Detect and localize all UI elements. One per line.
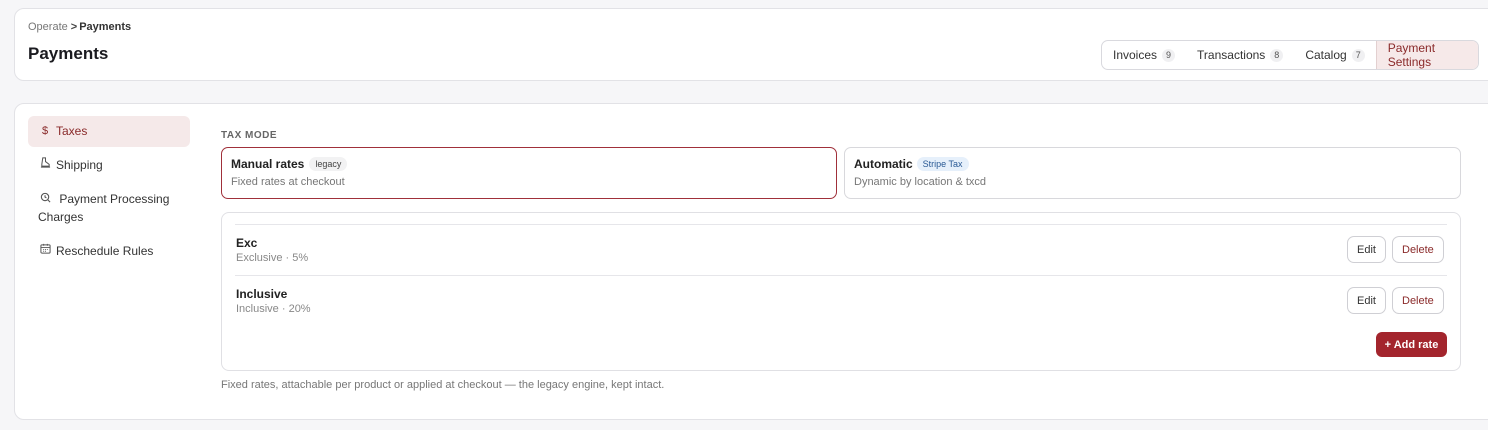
legacy-badge: legacy <box>309 157 348 171</box>
edit-button[interactable]: Edit <box>1347 287 1386 314</box>
add-rate-button[interactable]: + Add rate <box>1376 332 1447 357</box>
sidebar-item-taxes[interactable]: $ Taxes <box>28 116 190 147</box>
sidebar-item-label: Shipping <box>56 158 103 172</box>
tab-label: Payment Settings <box>1387 41 1436 69</box>
dollar-icon: $ <box>41 125 49 137</box>
tab-invoices[interactable]: Invoices 9 <box>1102 41 1186 69</box>
tab-catalog[interactable]: Catalog 7 <box>1294 41 1375 69</box>
mode-title: Manual rates legacy <box>231 157 827 171</box>
tab-count: 7 <box>1351 48 1365 62</box>
tab-count: 8 <box>1270 48 1284 62</box>
tax-mode-automatic-card[interactable]: Automatic Stripe Tax Dynamic by location… <box>844 147 1461 199</box>
sidebar-item-label: Taxes <box>56 124 88 138</box>
calendar-icon <box>38 243 52 260</box>
stripe-tax-badge: Stripe Tax <box>916 157 969 171</box>
tab-count: 9 <box>1162 48 1176 62</box>
mode-subtitle: Fixed rates at checkout <box>231 176 345 188</box>
tab-label: Catalog <box>1305 48 1347 62</box>
tab-label: Invoices <box>1113 48 1158 62</box>
section-label-tax-mode: TAX MODE <box>221 130 278 141</box>
rate-name: Inclusive <box>236 287 288 301</box>
shipping-icon <box>38 157 52 174</box>
mode-title-text: Manual rates <box>231 157 305 171</box>
breadcrumb: Operate > Payments <box>28 21 131 33</box>
page-title: Payments <box>28 44 109 63</box>
breadcrumb-separator: > <box>70 21 78 33</box>
sidebar-item-shipping[interactable]: Shipping <box>28 150 190 181</box>
rate-description: Inclusive · 20% <box>236 303 311 315</box>
tab-transactions[interactable]: Transactions 8 <box>1186 41 1294 69</box>
list-item: Exc Exclusive · 5% Edit Delete <box>235 224 1447 275</box>
delete-button[interactable]: Delete <box>1392 236 1444 263</box>
rate-name: Exc <box>236 236 258 250</box>
tab-payment-settings[interactable]: Payment Settings <box>1375 41 1478 69</box>
settings-sidebar: $ Taxes Shipping Payment Processing Char… <box>28 116 190 270</box>
sidebar-item-label: Reschedule Rules <box>56 244 154 258</box>
processing-icon <box>38 192 52 209</box>
breadcrumb-current: Payments <box>79 21 132 33</box>
taxes-content: TAX MODE Manual rates legacy Fixed rates… <box>221 104 1461 419</box>
sidebar-item-reschedule-rules[interactable]: Reschedule Rules <box>28 236 190 267</box>
tax-rates-list: Exc Exclusive · 5% Edit Delete Inclusive… <box>221 212 1461 371</box>
mode-title-text: Automatic <box>854 157 913 171</box>
list-item: Inclusive Inclusive · 20% Edit Delete <box>235 275 1447 326</box>
sidebar-item-label: Payment Processing Charges <box>38 192 170 224</box>
tab-bar: Invoices 9 Transactions 8 Catalog 7 Paym… <box>1101 40 1479 70</box>
settings-panel: $ Taxes Shipping Payment Processing Char… <box>14 103 1488 420</box>
tax-mode-manual-card[interactable]: Manual rates legacy Fixed rates at check… <box>221 147 837 199</box>
edit-button[interactable]: Edit <box>1347 236 1386 263</box>
tax-mode-footnote: Fixed rates, attachable per product or a… <box>221 379 665 391</box>
page-header: Operate > Payments Payments Invoices 9 T… <box>14 8 1488 81</box>
tab-label: Transactions <box>1197 48 1266 62</box>
sidebar-item-payment-processing[interactable]: Payment Processing Charges <box>28 184 190 233</box>
mode-title: Automatic Stripe Tax <box>854 157 1451 171</box>
mode-subtitle: Dynamic by location & txcd <box>854 176 987 188</box>
rate-description: Exclusive · 5% <box>236 252 309 264</box>
breadcrumb-parent[interactable]: Operate <box>28 21 68 33</box>
delete-button[interactable]: Delete <box>1392 287 1444 314</box>
